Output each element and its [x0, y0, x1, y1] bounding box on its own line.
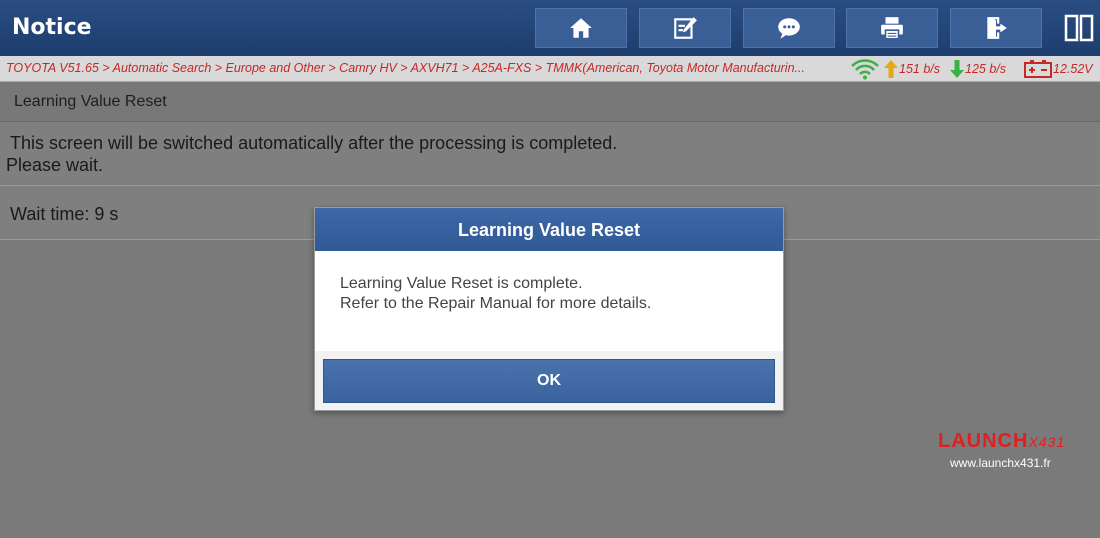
battery-icon [1024, 60, 1052, 78]
home-icon [570, 18, 592, 38]
edit-report-button[interactable] [639, 8, 731, 48]
launch-logo-suffix: X431 [1028, 434, 1066, 450]
printer-icon [881, 17, 903, 40]
dialog-header: Learning Value Reset [315, 208, 783, 251]
notice-message: This screen will be switched automatical… [0, 122, 1100, 186]
top-header: Notice [0, 0, 1100, 56]
completion-dialog: Learning Value Reset Learning Value Rese… [314, 207, 784, 411]
download-rate-value: 125 b/s [965, 62, 1007, 76]
breadcrumb: TOYOTA V51.65 > Automatic Search > Europ… [6, 61, 805, 75]
dialog-message-line-1: Learning Value Reset is complete. [340, 275, 583, 292]
wait-time-text: Wait time: 9 s [10, 204, 119, 224]
wifi-status [850, 58, 881, 80]
function-title-bar: Learning Value Reset [0, 82, 1100, 122]
notice-line-1: This screen will be switched automatical… [10, 133, 618, 153]
watermark-url: www.launchx431.fr [950, 456, 1051, 470]
split-view-button[interactable] [1062, 12, 1096, 44]
split-view-icon [1064, 14, 1094, 42]
chat-icon [778, 18, 800, 39]
edit-icon [674, 17, 697, 39]
exit-icon [987, 17, 1007, 39]
dialog-body: Learning Value Reset is complete. Refer … [315, 251, 783, 351]
function-title: Learning Value Reset [14, 93, 167, 110]
dialog-title: Learning Value Reset [457, 220, 641, 240]
launch-logo-text: LAUNCH [938, 430, 1029, 452]
upload-rate: 151 b/s [884, 60, 940, 78]
print-button[interactable] [846, 8, 938, 48]
message-button[interactable] [743, 8, 835, 48]
battery-voltage-value: 12.52V [1053, 62, 1093, 76]
ok-button[interactable]: OK [323, 359, 775, 403]
status-bar: TOYOTA V51.65 > Automatic Search > Europ… [0, 56, 1100, 82]
exit-button[interactable] [950, 8, 1042, 48]
battery-voltage: 12.52V [1024, 60, 1093, 78]
page-title: Notice [12, 15, 92, 40]
home-button[interactable] [535, 8, 627, 48]
download-arrow-icon [950, 60, 964, 78]
dialog-message-line-2: Refer to the Repair Manual for more deta… [340, 295, 652, 312]
wifi-icon [851, 59, 879, 80]
download-rate: 125 b/s [950, 60, 1006, 78]
launch-logo: LAUNCHX431 [938, 430, 1065, 453]
upload-rate-value: 151 b/s [899, 62, 941, 76]
notice-line-2: Please wait. [6, 155, 104, 175]
upload-arrow-icon [884, 60, 898, 78]
